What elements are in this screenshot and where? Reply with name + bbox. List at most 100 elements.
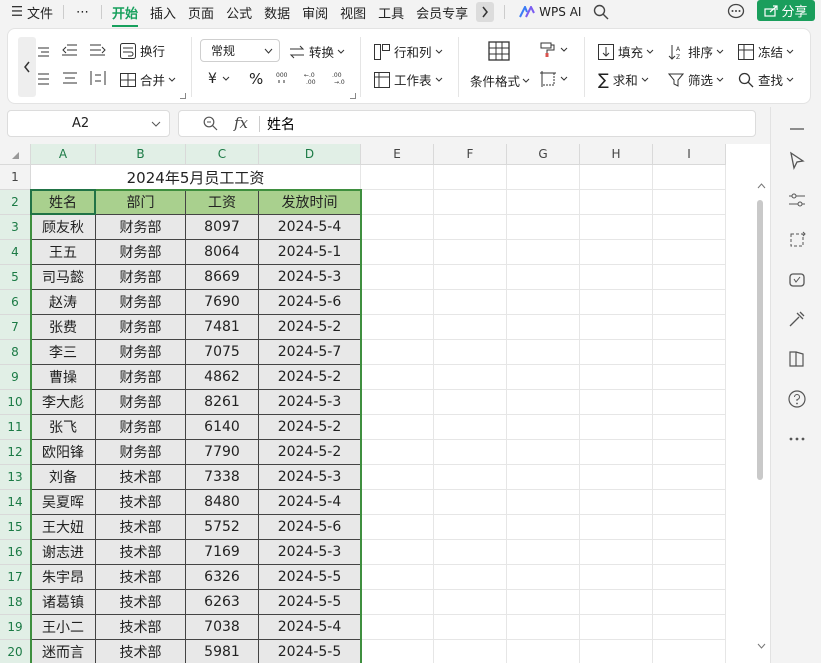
table-cell[interactable]: 7169 (186, 540, 259, 565)
table-cell[interactable]: 2024-5-4 (259, 215, 361, 240)
table-cell[interactable]: 财务部 (96, 440, 186, 465)
cell[interactable] (507, 240, 580, 265)
file-menu[interactable]: 文件 (0, 3, 59, 22)
group-expand-icon[interactable] (180, 93, 186, 99)
cell[interactable] (434, 415, 507, 440)
cell[interactable] (507, 265, 580, 290)
convert-button[interactable]: 转换 (289, 42, 345, 61)
table-cell[interactable]: 王五 (31, 240, 96, 265)
cell[interactable] (507, 540, 580, 565)
column-header-a[interactable]: A (31, 144, 96, 165)
cell[interactable] (507, 490, 580, 515)
cell[interactable] (361, 440, 434, 465)
decrease-indent-button[interactable] (62, 43, 78, 57)
row-header-12[interactable]: 12 (0, 440, 31, 465)
row-header-18[interactable]: 18 (0, 590, 31, 615)
cell[interactable] (507, 440, 580, 465)
table-cell[interactable]: 技术部 (96, 465, 186, 490)
merge-button[interactable]: 合并 (120, 70, 176, 89)
column-header-d[interactable]: D (259, 144, 361, 165)
cell[interactable] (580, 465, 653, 490)
table-cell[interactable]: 7481 (186, 315, 259, 340)
cell[interactable] (434, 365, 507, 390)
table-cell[interactable]: 7038 (186, 615, 259, 640)
cell[interactable] (361, 540, 434, 565)
ai-assistant-button[interactable] (787, 270, 807, 290)
table-style-button[interactable] (488, 41, 510, 61)
resize-button[interactable] (787, 230, 807, 250)
cell[interactable] (434, 490, 507, 515)
cell[interactable] (580, 265, 653, 290)
table-header-cell[interactable]: 部门 (96, 190, 186, 215)
formula-input[interactable] (267, 113, 747, 134)
tab-data[interactable]: 数据 (258, 3, 296, 22)
distribute-button[interactable] (90, 71, 106, 85)
sheet-title-cell[interactable]: 2024年5月员工工资 (31, 165, 361, 190)
table-cell[interactable]: 5752 (186, 515, 259, 540)
zoom-formula-button[interactable] (203, 116, 218, 135)
more-menu-button[interactable]: ⋯ (68, 5, 97, 20)
table-cell[interactable]: 2024-5-4 (259, 490, 361, 515)
row-header-13[interactable]: 13 (0, 465, 31, 490)
fx-button[interactable]: fx (234, 114, 248, 132)
cell[interactable] (507, 165, 580, 190)
cell[interactable] (653, 565, 726, 590)
cell[interactable] (507, 315, 580, 340)
cell[interactable] (361, 315, 434, 340)
row-col-button[interactable]: 行和列 (374, 42, 443, 61)
cell[interactable] (580, 165, 653, 190)
row-header-19[interactable]: 19 (0, 615, 31, 640)
align-top-button[interactable] (38, 45, 50, 57)
filter-button[interactable]: 筛选 (668, 70, 724, 89)
tabs-more-button[interactable] (476, 2, 495, 22)
table-cell[interactable]: 财务部 (96, 215, 186, 240)
table-cell[interactable]: 吴夏晖 (31, 490, 96, 515)
cell[interactable] (580, 240, 653, 265)
table-cell[interactable]: 7338 (186, 465, 259, 490)
cell[interactable] (361, 165, 434, 190)
table-header-cell[interactable]: 工资 (186, 190, 259, 215)
cell[interactable] (580, 215, 653, 240)
cell[interactable] (580, 615, 653, 640)
table-cell[interactable]: 2024-5-1 (259, 240, 361, 265)
cell[interactable] (507, 415, 580, 440)
more-options-button[interactable] (787, 429, 807, 449)
cell[interactable] (434, 265, 507, 290)
wrap-text-button[interactable]: 换行 (120, 41, 165, 60)
cell[interactable] (361, 465, 434, 490)
table-cell[interactable]: 张费 (31, 315, 96, 340)
table-cell[interactable]: 赵涛 (31, 290, 96, 315)
table-cell[interactable]: 2024-5-2 (259, 315, 361, 340)
vertical-scrollbar[interactable] (753, 165, 770, 663)
table-cell[interactable]: 7075 (186, 340, 259, 365)
select-tool-button[interactable] (787, 151, 807, 171)
row-header-4[interactable]: 4 (0, 240, 31, 265)
tab-member[interactable]: 会员专享 (410, 3, 474, 22)
table-cell[interactable]: 财务部 (96, 390, 186, 415)
cell[interactable] (653, 365, 726, 390)
cell[interactable] (580, 590, 653, 615)
table-cell[interactable]: 2024-5-2 (259, 415, 361, 440)
row-header-15[interactable]: 15 (0, 515, 31, 540)
column-header-e[interactable]: E (361, 144, 434, 165)
sum-button[interactable]: ∑ 求和 (598, 70, 649, 89)
search-button[interactable] (593, 4, 609, 20)
cell[interactable] (653, 440, 726, 465)
table-cell[interactable]: 2024-5-6 (259, 290, 361, 315)
table-header-cell[interactable]: 姓名 (31, 190, 96, 215)
table-cell[interactable]: 财务部 (96, 340, 186, 365)
cell[interactable] (361, 640, 434, 663)
tab-view[interactable]: 视图 (334, 3, 372, 22)
book-button[interactable] (787, 349, 807, 369)
row-header-8[interactable]: 8 (0, 340, 31, 365)
cell[interactable] (361, 265, 434, 290)
table-cell[interactable]: 8480 (186, 490, 259, 515)
cell[interactable] (507, 365, 580, 390)
cell[interactable] (653, 465, 726, 490)
row-header-17[interactable]: 17 (0, 565, 31, 590)
cell[interactable] (580, 315, 653, 340)
row-header-3[interactable]: 3 (0, 215, 31, 240)
find-button[interactable]: 查找 (738, 70, 794, 89)
cell[interactable] (653, 165, 726, 190)
cell[interactable] (434, 440, 507, 465)
